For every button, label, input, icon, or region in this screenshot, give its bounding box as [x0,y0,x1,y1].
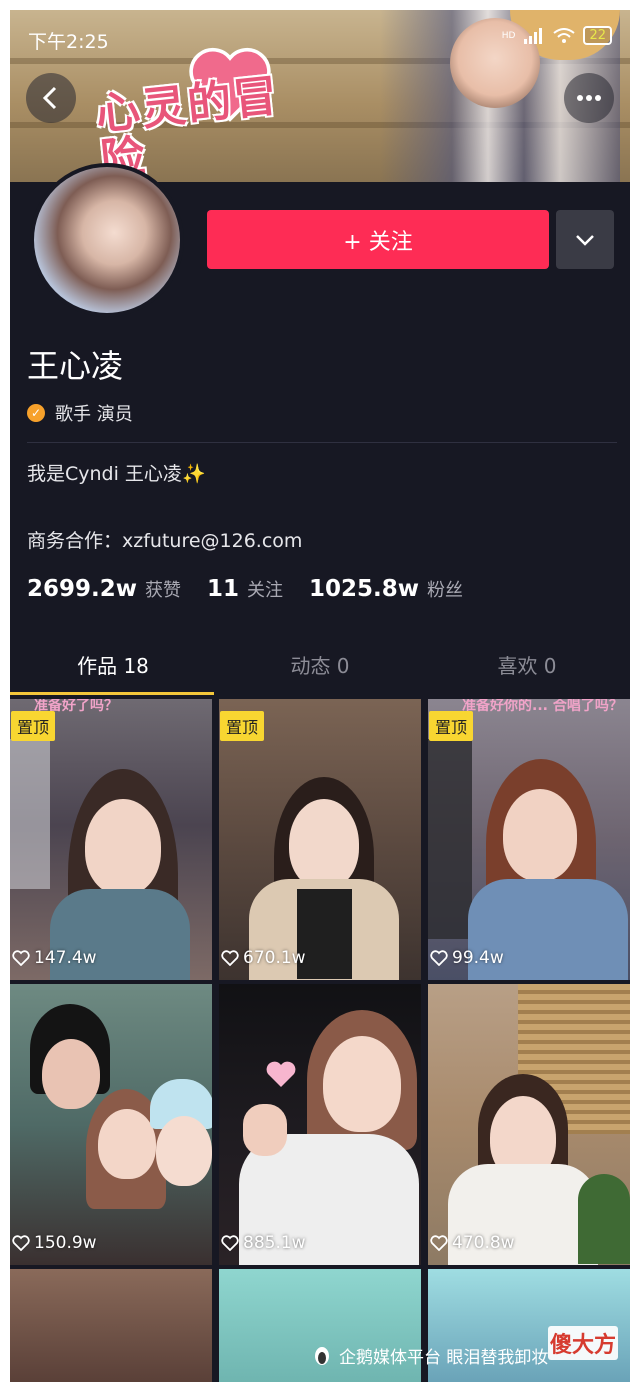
sparkle-icon: ✨ [181,463,206,485]
battery-indicator: 22 [583,26,612,45]
signal-icon [524,27,543,44]
profile-bio: 我是Cyndi 王心凌✨ [27,459,206,486]
following-count[interactable]: 11 [207,576,239,602]
follow-button[interactable]: + 关注 [207,210,549,269]
tab-indicator [10,692,214,695]
bio-text: 我是Cyndi 王心凌 [27,463,182,485]
pinned-badge: 置顶 [429,711,474,741]
heart-outline-icon [430,950,448,966]
heart-outline-icon [221,950,239,966]
tab-works[interactable]: 作品 18 [10,650,216,679]
pinned-badge: 置顶 [11,711,56,741]
video-subject-face [503,789,577,881]
video-thumbnail[interactable]: 准备好你的... 合唱了吗？ 置顶 99.4w [428,699,630,980]
status-time: 下午2:25 [28,31,109,53]
status-icons: HD 22 [502,26,612,45]
status-bar: 下午2:25 HD 22 [10,24,630,54]
back-button[interactable] [26,73,76,123]
video-thumbnail[interactable]: 150.9w [10,984,212,1265]
penguin-icon [315,1346,329,1365]
like-count: 670.1w [221,948,306,968]
app-screen: 心灵的冒险 下午2:25 HD 22 + 关注 王心凌 ✓ 歌手 演员 我是Cy… [10,10,630,1382]
video-subject-face [98,1109,156,1179]
heart-outline-icon [12,1235,30,1251]
video-subject-hand [243,1104,287,1156]
tab-activity[interactable]: 动态 0 [217,650,423,679]
video-caption: 准备好你的... 合唱了吗？ [462,699,623,714]
video-thumbnail[interactable]: 准备好了吗？ 置顶 147.4w [10,699,212,980]
watermark: 企鹅媒体平台 眼泪替我卸妆 [313,1343,548,1368]
tab-likes[interactable]: 喜欢 0 [424,650,630,679]
like-count-value: 470.8w [452,1233,515,1253]
more-options-button[interactable] [564,73,614,123]
like-count: 150.9w [12,1233,97,1253]
recommend-dropdown-button[interactable] [556,210,614,269]
like-count-value: 885.1w [243,1233,306,1253]
like-count: 470.8w [430,1233,515,1253]
video-subject-face [323,1036,401,1132]
wifi-icon [553,27,576,43]
likes-label: 获赞 [145,580,182,601]
video-subject-face [85,799,161,895]
microphone-stand [10,739,50,889]
like-count-value: 147.4w [34,948,97,968]
like-count-value: 99.4w [452,948,504,968]
chevron-left-icon [42,86,57,110]
watermark-logo: 傻大方 [548,1326,618,1360]
heart-outline-icon [430,1235,448,1251]
video-subject-face [289,799,359,889]
like-count: 147.4w [12,948,97,968]
profile-tags: 歌手 演员 [55,404,133,425]
watermark-text: 企鹅媒体平台 眼泪替我卸妆 [339,1348,549,1368]
microphone-stand [428,739,472,939]
like-count-value: 670.1w [243,948,306,968]
network-type: HD [501,30,516,41]
like-count-value: 150.9w [34,1233,97,1253]
video-thumbnail[interactable]: 置顶 670.1w [219,699,421,980]
video-subject-face [156,1116,212,1186]
heart-outline-icon [12,950,30,966]
chevron-down-icon [576,234,594,246]
plant [578,1174,630,1264]
avatar[interactable] [30,163,184,317]
business-contact: 商务合作：xzfuture@126.com [27,530,303,552]
profile-name: 王心凌 [27,347,124,385]
followers-label[interactable]: 粉丝 [427,576,463,602]
like-count: 99.4w [430,948,504,968]
profile-tabs: 作品 18 动态 0 喜欢 0 [10,640,630,696]
video-thumbnail[interactable]: 885.1w [219,984,421,1265]
likes-count: 2699.2w [27,576,138,602]
heart-icon [266,1061,296,1087]
ellipsis-icon [577,95,601,101]
verified-icon: ✓ [27,404,45,422]
profile-stats: 2699.2w 获赞 11 关注 1025.8w 粉丝 [27,576,489,602]
like-count: 885.1w [221,1233,306,1253]
video-thumbnail[interactable] [10,1269,212,1382]
verified-tags: ✓ 歌手 演员 [27,400,133,426]
video-subject-face [42,1039,100,1109]
followers-count[interactable]: 1025.8w [309,576,419,602]
following-label[interactable]: 关注 [247,576,283,602]
video-thumbnail[interactable]: 470.8w [428,984,630,1265]
divider [27,442,617,443]
heart-outline-icon [221,1235,239,1251]
pinned-badge: 置顶 [220,711,265,741]
